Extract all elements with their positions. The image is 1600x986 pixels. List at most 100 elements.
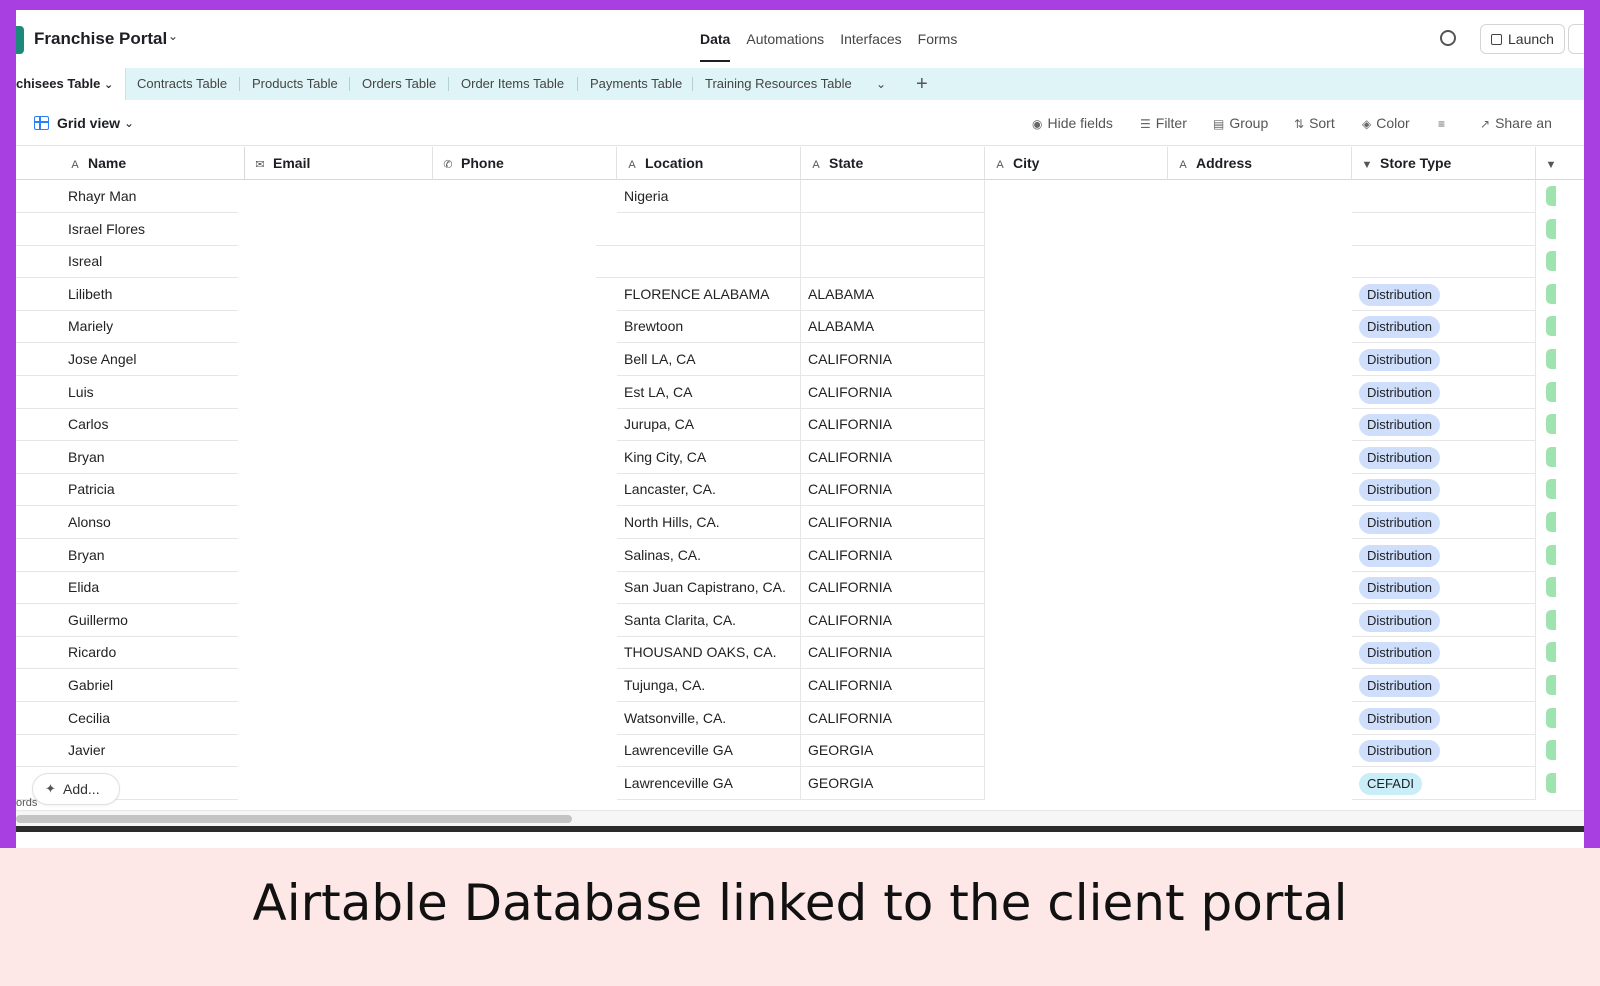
tab-franchisees-table[interactable]: chisees Table ⌄ <box>16 68 126 100</box>
table-row[interactable]: Mariely Brewtoon ALABAMA Distribution <box>16 310 1584 344</box>
color-button[interactable]: ◈ Color <box>1362 115 1410 131</box>
column-header-next[interactable]: ▼ <box>1536 147 1584 180</box>
tab-training-resources-table[interactable]: Training Resources Table <box>705 68 852 100</box>
table-row[interactable]: Israel Flores <box>16 212 1584 246</box>
sort-button[interactable]: ⇅ Sort <box>1294 115 1335 131</box>
filter-button[interactable]: ☰ Filter <box>1140 115 1187 131</box>
row-height-icon[interactable]: ≡ <box>1438 115 1450 131</box>
cell-location[interactable]: King City, CA <box>617 440 801 474</box>
cell-state[interactable]: GEORGIA <box>801 734 985 768</box>
cell-location[interactable]: Jurupa, CA <box>617 408 801 442</box>
column-header-name[interactable]: A Name <box>16 147 244 180</box>
table-row[interactable]: Javier Lawrenceville GA GEORGIA Distributio… <box>16 734 1584 768</box>
cell-location[interactable]: San Juan Capistrano, CA. <box>617 571 801 605</box>
cell-state[interactable]: ALABAMA <box>801 310 985 344</box>
table-row[interactable]: Jose Angel Bell LA, CA CALIFORNIA Distribut… <box>16 343 1584 376</box>
cell-store-type[interactable]: Distribution <box>1352 310 1536 344</box>
cell-store-type[interactable]: Distribution <box>1352 473 1536 507</box>
cell-name[interactable]: Gabriel <box>16 669 238 702</box>
table-row[interactable]: Elida San Juan Capistrano, CA. CALIFORNIA D… <box>16 571 1584 605</box>
cell-name[interactable]: Jose Angel <box>16 343 238 376</box>
cell-state[interactable] <box>801 180 985 213</box>
column-header-city[interactable]: A City <box>985 147 1168 180</box>
tab-interfaces[interactable]: Interfaces <box>840 31 901 47</box>
cell-name[interactable]: Carlos <box>16 408 238 442</box>
cell-location[interactable]: Santa Clarita, CA. <box>617 603 801 637</box>
cell-name[interactable]: Javier <box>16 734 238 768</box>
cell-location[interactable]: Watsonville, CA. <box>617 701 801 735</box>
cell-name[interactable]: Elida <box>16 571 238 605</box>
cell-state[interactable]: GEORGIA <box>801 766 985 800</box>
cell-name[interactable]: Mariely <box>16 310 238 344</box>
cell-location[interactable]: THOUSAND OAKS, CA. <box>617 636 801 670</box>
cell-location[interactable] <box>596 212 801 246</box>
cell-location[interactable]: North Hills, CA. <box>617 506 801 539</box>
base-logo-icon[interactable] <box>16 26 24 54</box>
table-row[interactable]: Gabriel Tujunga, CA. CALIFORNIA Distributio… <box>16 669 1584 702</box>
add-table-plus-icon[interactable]: + <box>916 68 928 100</box>
cell-name[interactable]: Luis <box>16 376 238 409</box>
table-row[interactable]: Luis Est LA, CA CALIFORNIA Distribution <box>16 375 1584 409</box>
cell-store-type[interactable]: Distribution <box>1352 571 1536 605</box>
share-view-button[interactable]: ↗ Share an <box>1480 115 1552 131</box>
cell-state[interactable]: CALIFORNIA <box>801 408 985 442</box>
cell-state[interactable]: CALIFORNIA <box>801 636 985 670</box>
cell-state[interactable]: CALIFORNIA <box>801 603 985 637</box>
group-button[interactable]: ▤ Group <box>1213 115 1268 131</box>
cell-store-type[interactable]: Distribution <box>1352 669 1536 702</box>
add-record-button[interactable]: ✦ Add... <box>32 773 120 805</box>
column-header-location[interactable]: A Location <box>617 147 801 180</box>
cell-location[interactable]: FLORENCE ALABAMA <box>617 277 801 311</box>
cell-location[interactable]: Salinas, CA. <box>617 538 801 572</box>
cell-state[interactable]: CALIFORNIA <box>801 538 985 572</box>
cell-location[interactable]: Est LA, CA <box>617 375 801 409</box>
cell-location[interactable]: Lancaster, CA. <box>617 473 801 507</box>
cell-store-type[interactable]: Distribution <box>1352 538 1536 572</box>
cell-state[interactable]: CALIFORNIA <box>801 375 985 409</box>
cell-location[interactable]: Nigeria <box>617 180 801 213</box>
cell-location[interactable]: Tujunga, CA. <box>617 669 801 702</box>
table-row[interactable]: Carlos Jurupa, CA CALIFORNIA Distribution <box>16 408 1584 442</box>
table-row[interactable]: Isreal <box>16 245 1584 279</box>
cell-state[interactable]: CALIFORNIA <box>801 701 985 735</box>
cell-name[interactable]: Cecilia <box>16 702 238 735</box>
cell-name[interactable]: Bryan <box>16 441 238 474</box>
base-name[interactable]: Franchise Portal <box>34 29 167 49</box>
table-row[interactable]: Ricardo THOUSAND OAKS, CA. CALIFORNIA Distr… <box>16 636 1584 670</box>
view-switcher[interactable]: Grid view <box>57 115 120 131</box>
tab-order-items-table[interactable]: Order Items Table <box>461 68 564 100</box>
chevron-down-icon[interactable]: ⌄ <box>168 29 178 43</box>
cell-name[interactable]: Rhayr Man <box>16 180 238 213</box>
cell-store-type[interactable]: Distribution <box>1352 375 1536 409</box>
tab-contracts-table[interactable]: Contracts Table <box>137 68 227 100</box>
cell-store-type[interactable]: Distribution <box>1352 277 1536 311</box>
cell-state[interactable]: CALIFORNIA <box>801 669 985 702</box>
table-row[interactable]: Lawrenceville GA GEORGIA CEFADI <box>16 766 1584 800</box>
history-icon[interactable] <box>1440 30 1456 46</box>
cell-state[interactable]: CALIFORNIA <box>801 343 985 376</box>
tab-payments-table[interactable]: Payments Table <box>590 68 682 100</box>
column-header-state[interactable]: A State <box>801 147 985 180</box>
tab-forms[interactable]: Forms <box>918 31 958 47</box>
cell-store-type[interactable]: CEFADI <box>1352 766 1536 800</box>
cell-store-type[interactable]: Distribution <box>1352 636 1536 670</box>
tab-data[interactable]: Data <box>700 31 731 62</box>
cell-store-type[interactable]: Distribution <box>1352 603 1536 637</box>
cell-state[interactable] <box>801 212 985 246</box>
cell-name[interactable]: Patricia <box>16 473 238 507</box>
cell-name[interactable]: Lilibeth <box>16 278 238 311</box>
more-tables-chevron-icon[interactable]: ⌄ <box>876 68 886 100</box>
tab-products-table[interactable]: Products Table <box>252 68 338 100</box>
cell-name[interactable]: Isreal <box>16 245 238 279</box>
share-link-button[interactable] <box>1568 24 1584 54</box>
cell-state[interactable]: CALIFORNIA <box>801 571 985 605</box>
column-header-store-type[interactable]: ▼ Store Type <box>1352 147 1536 180</box>
cell-state[interactable]: CALIFORNIA <box>801 440 985 474</box>
column-header-phone[interactable]: ✆ Phone <box>433 147 617 180</box>
cell-store-type[interactable]: Distribution <box>1352 440 1536 474</box>
launch-button[interactable]: Launch <box>1480 24 1565 54</box>
cell-state[interactable] <box>801 245 985 279</box>
tab-orders-table[interactable]: Orders Table <box>362 68 436 100</box>
cell-store-type[interactable]: Distribution <box>1352 506 1536 539</box>
cell-store-type[interactable]: Distribution <box>1352 408 1536 442</box>
